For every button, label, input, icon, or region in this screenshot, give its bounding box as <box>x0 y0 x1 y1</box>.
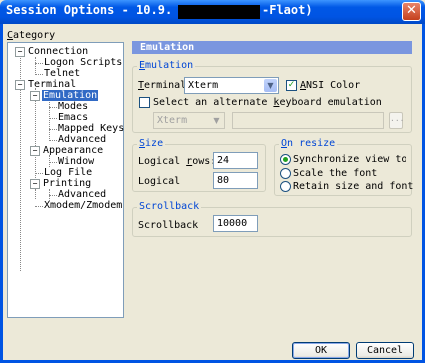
size-group-title: Size <box>137 138 166 149</box>
redacted-hostname <box>178 5 260 19</box>
logical-rows-label: Logical rows: <box>138 156 217 167</box>
on-resize-group-title: On resize <box>279 138 338 149</box>
tree-item-modes[interactable]: Modes <box>58 101 88 112</box>
logical-cols-input[interactable]: 80 <box>213 172 258 189</box>
tree-item-appearance[interactable]: Appearance <box>43 145 103 156</box>
scrollback-label: Scrollback <box>138 220 199 231</box>
tree-line <box>35 74 43 75</box>
tree-item-log-file[interactable]: Log File <box>44 167 92 178</box>
collapse-toggle-terminal[interactable]: − <box>15 80 25 90</box>
tree-item-advanced[interactable]: Advanced <box>58 134 106 145</box>
tree-line <box>35 57 36 75</box>
terminal-select-value: Xterm <box>188 80 219 91</box>
ansi-color-checkbox[interactable]: ✓ <box>286 80 297 91</box>
panel-header: Emulation <box>132 41 412 54</box>
resize-retain-label: Retain size and font <box>293 181 414 192</box>
window-title-suffix: -Flaot) <box>262 3 313 17</box>
collapse-toggle-connection[interactable]: − <box>15 47 25 57</box>
tree-item-xmodem-zmodem[interactable]: Xmodem/Zmodem <box>44 200 122 211</box>
tree-item-mapped-keys[interactable]: Mapped Keys <box>58 123 124 134</box>
tree-item-window[interactable]: Window <box>58 156 94 167</box>
tree-line <box>35 206 43 207</box>
cancel-button[interactable]: Cancel <box>356 342 414 359</box>
resize-sync-radio[interactable] <box>280 154 291 165</box>
chevron-down-icon[interactable]: ▼ <box>264 79 277 92</box>
resize-sync-label: Synchronize view to siz <box>293 154 406 165</box>
ok-button[interactable]: OK <box>292 342 350 359</box>
tree-item-terminal[interactable]: Terminal <box>28 79 76 90</box>
scrollback-group-title: Scrollback <box>137 201 202 212</box>
logical-rows-input[interactable]: 24 <box>213 152 258 169</box>
tree-line <box>35 63 43 64</box>
logical-cols-label: Logical <box>138 176 181 187</box>
tree-line <box>49 118 57 119</box>
tree-line <box>49 195 57 196</box>
alt-keyboard-checkbox[interactable] <box>139 97 150 108</box>
resize-scale-font-radio[interactable] <box>280 168 291 179</box>
terminal-select[interactable]: Xterm ▼ <box>184 77 279 94</box>
emulation-group-title: Emulation <box>137 60 196 71</box>
collapse-toggle-emulation[interactable]: − <box>30 91 40 101</box>
tree-item-logon-scripts[interactable]: Logon Scripts <box>44 57 122 68</box>
tree-item-emacs[interactable]: Emacs <box>58 112 88 123</box>
collapse-toggle-printing[interactable]: − <box>30 179 40 189</box>
tree-item-connection[interactable]: Connection <box>28 46 88 57</box>
collapse-toggle-appearance[interactable]: − <box>30 146 40 156</box>
chevron-down-icon[interactable]: ▼ <box>210 114 223 127</box>
close-icon: ✕ <box>406 3 417 18</box>
browse-button[interactable]: ... <box>389 112 404 129</box>
tree-line <box>35 88 36 178</box>
tree-line <box>49 129 57 130</box>
resize-scale-font-label: Scale the font <box>293 168 378 179</box>
tree-line <box>49 155 50 167</box>
tree-item-printing[interactable]: Printing <box>43 178 91 189</box>
resize-retain-radio[interactable] <box>280 181 291 192</box>
category-tree[interactable]: − Connection Logon Scripts Telnet − Term… <box>7 42 124 318</box>
tree-item-telnet[interactable]: Telnet <box>44 68 80 79</box>
terminal-label: Terminal <box>138 80 187 91</box>
alt-keyboard-path-input[interactable] <box>232 112 384 129</box>
tree-line <box>49 140 57 141</box>
alt-keyboard-select[interactable]: Xterm ▼ <box>153 112 225 129</box>
tree-line <box>49 107 57 108</box>
alt-keyboard-select-value: Xterm <box>157 115 188 126</box>
tree-item-emulation[interactable]: Emulation <box>42 90 99 101</box>
tree-line <box>35 189 36 199</box>
window-title: Session Options - 10.9. <box>6 3 173 17</box>
tree-line <box>49 98 50 141</box>
scrollback-input[interactable]: 10000 <box>213 215 258 232</box>
category-label: Category <box>7 30 56 41</box>
tree-line <box>35 173 43 174</box>
checkmark-icon: ✓ <box>287 80 296 90</box>
ansi-color-label: ANSI Color <box>300 80 361 91</box>
tree-line <box>49 162 57 163</box>
title-bar: Session Options - 10.9. -Flaot) ✕ <box>0 0 425 24</box>
tree-item-printing-advanced[interactable]: Advanced <box>58 189 106 200</box>
close-button[interactable]: ✕ <box>402 2 421 21</box>
alt-keyboard-label: Select an alternate keyboard emulation <box>153 97 382 108</box>
